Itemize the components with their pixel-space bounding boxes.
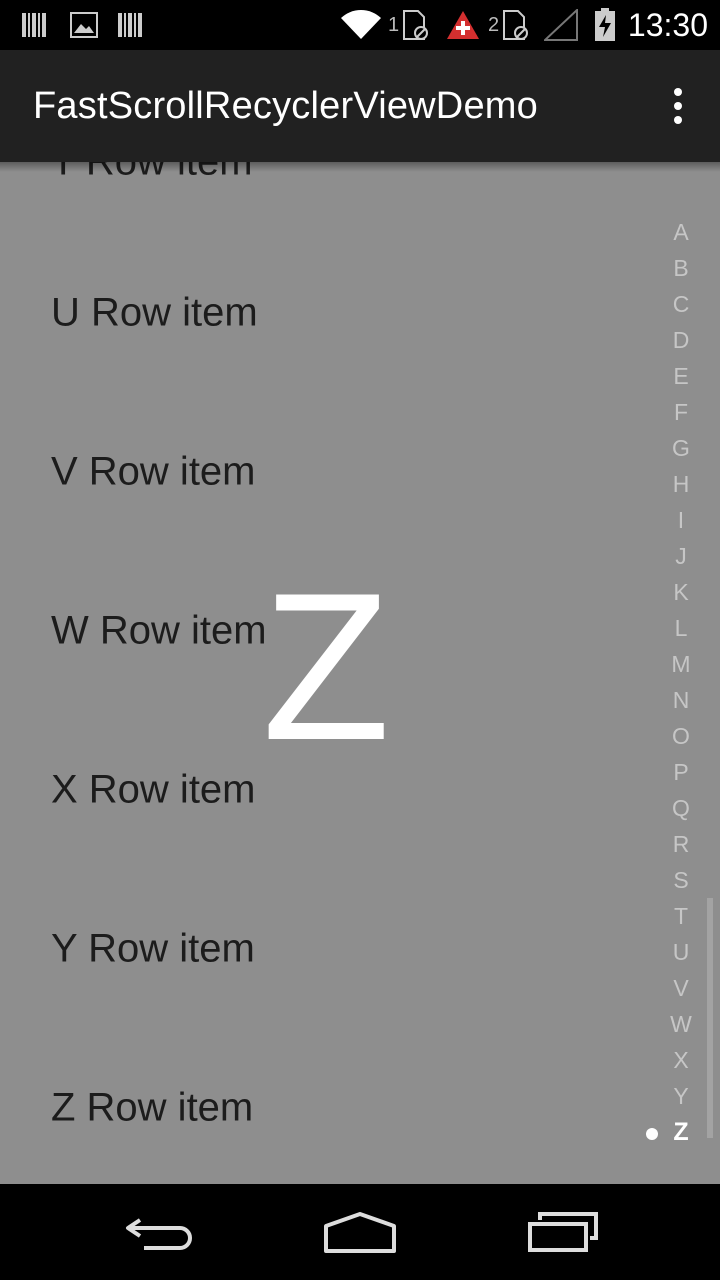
image-notification-icon (70, 0, 98, 50)
index-letter-w[interactable]: W (664, 1006, 698, 1042)
list-item[interactable]: Z Row item (0, 1028, 640, 1184)
fast-scroll-bubble: Z (262, 549, 391, 784)
index-letter-f[interactable]: F (664, 394, 698, 430)
index-letter-z[interactable]: Z (664, 1114, 698, 1150)
index-letter-j[interactable]: J (664, 538, 698, 574)
index-letter-v[interactable]: V (664, 970, 698, 1006)
recents-icon (528, 1212, 598, 1252)
back-icon (126, 1218, 192, 1250)
index-indicator-dot (646, 1128, 658, 1140)
sim-card-icon (503, 10, 529, 40)
index-letter-u[interactable]: U (664, 934, 698, 970)
index-letter-e[interactable]: E (664, 358, 698, 394)
list-item-label: U Row item (51, 290, 258, 334)
overflow-menu-button[interactable] (666, 88, 690, 124)
index-letter-s[interactable]: S (664, 862, 698, 898)
index-letter-x[interactable]: X (664, 1042, 698, 1078)
status-bar: 1 2 13:30 (0, 0, 720, 50)
index-letter-l[interactable]: L (664, 610, 698, 646)
index-letter-c[interactable]: C (664, 286, 698, 322)
navigation-bar (0, 1184, 720, 1280)
barcode-notification-icon (22, 0, 48, 50)
index-letter-d[interactable]: D (664, 322, 698, 358)
emergency-alert-icon (446, 0, 480, 50)
index-letter-a[interactable]: A (664, 214, 698, 250)
list-item[interactable]: V Row item (0, 392, 640, 551)
wifi-icon (340, 0, 382, 50)
screen: 1 2 13:30 FastScrollRecyclerViewDemo U R… (0, 0, 720, 1280)
index-letter-o[interactable]: O (664, 718, 698, 754)
list-item-label: Y Row item (51, 926, 255, 970)
back-button[interactable] (124, 1208, 196, 1261)
scrollbar-thumb[interactable] (707, 898, 713, 1138)
index-letter-b[interactable]: B (664, 250, 698, 286)
index-letter-n[interactable]: N (664, 682, 698, 718)
home-button[interactable] (322, 1208, 398, 1261)
recents-button[interactable] (526, 1208, 600, 1261)
index-letter-p[interactable]: P (664, 754, 698, 790)
alphabet-index-bar[interactable]: ABCDEFGHIJKLMNOPQRSTUVWXYZ (664, 214, 704, 1150)
sim-card-icon (403, 10, 429, 40)
index-letter-h[interactable]: H (664, 466, 698, 502)
index-letter-y[interactable]: Y (664, 1078, 698, 1114)
list-item[interactable]: T Row item (0, 162, 640, 241)
list-item-label: V Row item (51, 449, 256, 493)
barcode-notification-icon (118, 0, 144, 50)
index-letter-k[interactable]: K (664, 574, 698, 610)
sim1-status: 1 (388, 0, 429, 50)
list-item-label: T Row item (51, 162, 253, 184)
list-item[interactable]: U Row item (0, 233, 640, 392)
list-item-label: Z Row item (51, 1085, 254, 1129)
home-icon (324, 1212, 396, 1253)
index-letter-i[interactable]: I (664, 502, 698, 538)
app-title: FastScrollRecyclerViewDemo (33, 85, 538, 127)
list-item-label: W Row item (51, 608, 267, 652)
index-letter-g[interactable]: G (664, 430, 698, 466)
list-item-label: X Row item (51, 767, 256, 811)
index-letter-r[interactable]: R (664, 826, 698, 862)
battery-charging-icon (594, 0, 616, 50)
more-vert-icon (674, 88, 682, 96)
clock: 13:30 (627, 7, 708, 43)
list-item[interactable]: Y Row item (0, 869, 640, 1028)
signal-icon (544, 0, 578, 50)
index-letter-q[interactable]: Q (664, 790, 698, 826)
sim2-status: 2 (488, 0, 529, 50)
index-letter-t[interactable]: T (664, 898, 698, 934)
app-bar: FastScrollRecyclerViewDemo (0, 50, 720, 162)
index-letter-m[interactable]: M (664, 646, 698, 682)
recycler-view[interactable]: T Row item U Row item V Row item W Row i… (0, 162, 720, 1184)
